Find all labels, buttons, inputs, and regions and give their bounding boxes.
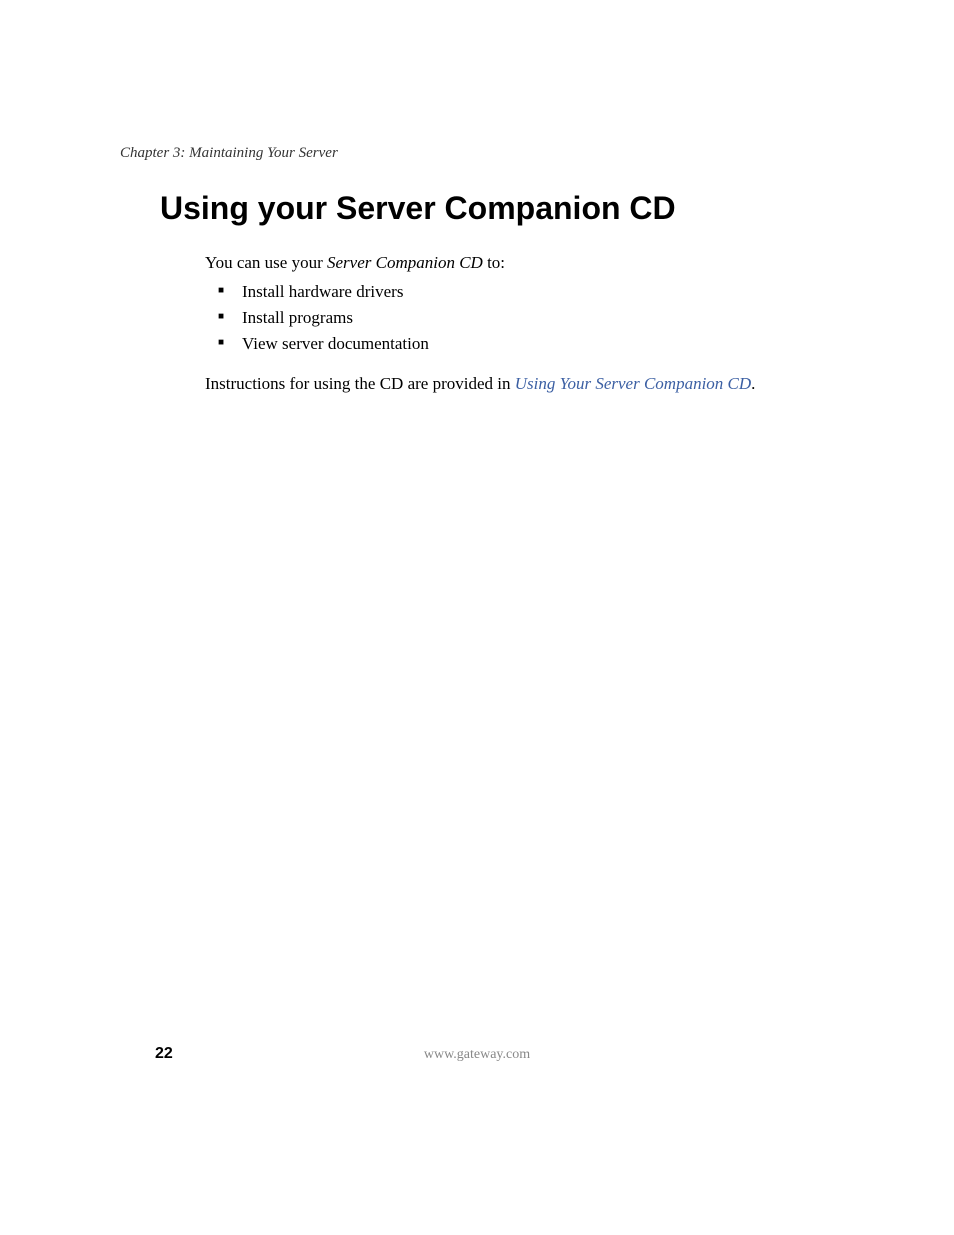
footer-url: www.gateway.com [424, 1047, 530, 1063]
intro-prefix: You can use your [205, 253, 327, 272]
intro-italic: Server Companion CD [327, 253, 483, 272]
instructions-paragraph: Instructions for using the CD are provid… [205, 374, 755, 394]
list-item: View server documentation [218, 334, 429, 354]
chapter-header: Chapter 3: Maintaining Your Server [120, 145, 338, 162]
intro-suffix: to: [483, 253, 505, 272]
page-number: 22 [155, 1045, 173, 1063]
cross-reference-link[interactable]: Using Your Server Companion CD [515, 374, 751, 393]
list-item: Install hardware drivers [218, 282, 429, 302]
instructions-prefix: Instructions for using the CD are provid… [205, 374, 515, 393]
intro-paragraph: You can use your Server Companion CD to: [205, 253, 505, 273]
bullet-list: Install hardware drivers Install program… [218, 282, 429, 360]
instructions-suffix: . [751, 374, 755, 393]
list-item: Install programs [218, 308, 429, 328]
page-title: Using your Server Companion CD [160, 190, 676, 227]
